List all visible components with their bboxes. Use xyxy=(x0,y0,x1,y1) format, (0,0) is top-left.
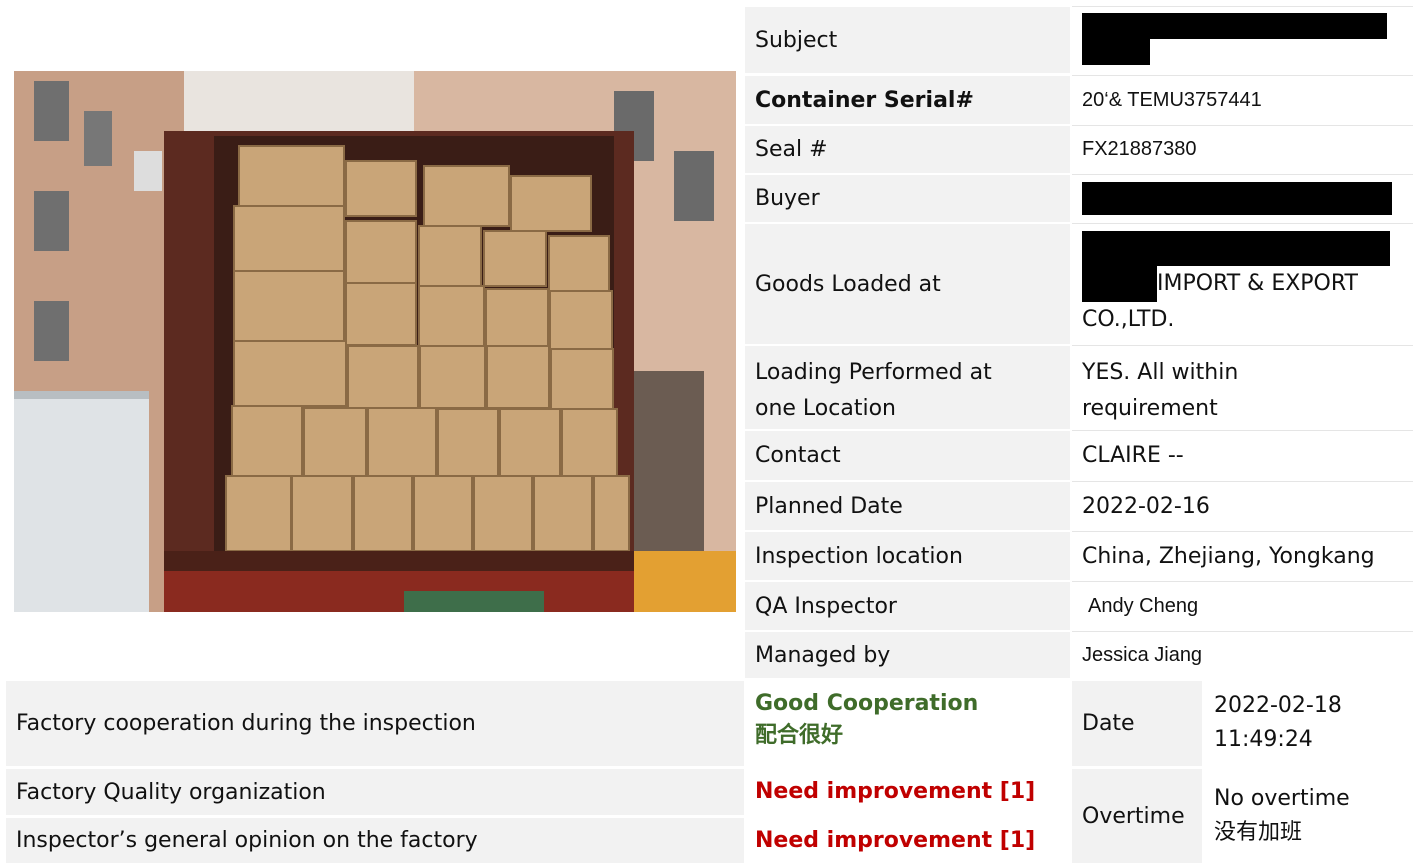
goods-loaded-line2: CO.,LTD. xyxy=(1082,307,1175,332)
cooperation-value: Good Cooperation 配合很好 xyxy=(745,680,1070,766)
contact-value-text: CLAIRE -- xyxy=(1082,443,1184,468)
container-photo-illustration xyxy=(14,71,736,612)
planned-date-value-text: 2022-02-16 xyxy=(1082,493,1210,519)
field-value-goods-loaded-at: IMPORT & EXPORT CO.,LTD. xyxy=(1072,223,1413,344)
overtime-label-text: Overtime xyxy=(1082,803,1185,829)
date-value-line2: 11:49:24 xyxy=(1214,727,1313,752)
goods-loaded-line1: IMPORT & EXPORT xyxy=(1157,271,1358,296)
buyer-label-text: Buyer xyxy=(755,186,820,211)
general-opinion-label: Inspector’s general opinion on the facto… xyxy=(6,817,744,863)
date-value: 2022-02-18 11:49:24 xyxy=(1204,680,1413,766)
opinion-label-text: Inspector’s general opinion on the facto… xyxy=(16,828,478,853)
loading-value-line1: YES. All within xyxy=(1082,360,1239,385)
loading-label-line1: Loading Performed at xyxy=(755,360,992,385)
cooperation-value-en: Good Cooperation xyxy=(755,691,979,716)
date-label: Date xyxy=(1072,680,1202,766)
inspection-location-value-text: China, Zhejiang, Yongkang xyxy=(1082,543,1375,569)
date-value-line1: 2022-02-18 xyxy=(1214,693,1342,718)
quality-value-text: Need improvement [1] xyxy=(755,779,1036,804)
field-value-planned-date: 2022-02-16 xyxy=(1072,481,1413,530)
field-value-inspection-location: China, Zhejiang, Yongkang xyxy=(1072,531,1413,580)
qa-inspector-value-text: Andy Cheng xyxy=(1088,594,1199,617)
inspection-location-label-text: Inspection location xyxy=(755,543,963,569)
cooperation-label: Factory cooperation during the inspectio… xyxy=(6,680,744,766)
subject-redaction-2 xyxy=(1082,37,1150,65)
quality-organization-label: Factory Quality organization xyxy=(6,768,744,815)
managed-by-value-text: Jessica Jiang xyxy=(1082,643,1203,666)
buyer-redaction xyxy=(1082,182,1392,215)
planned-date-label-text: Planned Date xyxy=(755,493,903,519)
field-value-qa-inspector: Andy Cheng xyxy=(1072,581,1413,630)
container-serial-value-text: 20‘& TEMU3757441 xyxy=(1082,88,1262,111)
managed-by-label-text: Managed by xyxy=(755,642,891,668)
loading-value-line2: requirement xyxy=(1082,396,1218,421)
goods-loaded-label-text: Goods Loaded at xyxy=(755,271,941,297)
field-label-inspection-location: Inspection location xyxy=(745,531,1070,580)
container-loading-photo xyxy=(14,71,736,612)
loading-label-line2: one Location xyxy=(755,396,896,421)
seal-value-text: FX21887380 xyxy=(1082,138,1197,160)
field-value-loading-one-location: YES. All within requirement xyxy=(1072,345,1413,429)
date-label-text: Date xyxy=(1082,711,1135,736)
field-label-planned-date: Planned Date xyxy=(745,481,1070,530)
contact-label-text: Contact xyxy=(755,443,841,468)
overtime-value-cn: 没有加班 xyxy=(1214,820,1303,845)
overtime-value: No overtime 没有加班 xyxy=(1204,768,1413,863)
quality-label-text: Factory Quality organization xyxy=(16,779,326,805)
field-label-buyer: Buyer xyxy=(745,174,1070,222)
field-label-loading-one-location: Loading Performed at one Location xyxy=(745,345,1070,429)
goods-loaded-redaction xyxy=(1082,231,1390,266)
quality-organization-value: Need improvement [1] xyxy=(745,768,1070,815)
field-value-subject xyxy=(1072,6,1413,73)
field-label-contact: Contact xyxy=(745,430,1070,480)
cooperation-label-text: Factory cooperation during the inspectio… xyxy=(16,711,476,736)
subject-redaction xyxy=(1082,13,1387,39)
container-serial-label-text: Container Serial# xyxy=(755,87,974,113)
field-label-subject: Subject xyxy=(745,6,1070,73)
qa-inspector-label-text: QA Inspector xyxy=(755,593,897,619)
overtime-label: Overtime xyxy=(1072,768,1202,863)
field-label-container-serial: Container Serial# xyxy=(745,75,1070,124)
goods-loaded-redaction-2 xyxy=(1082,264,1157,302)
seal-label-text: Seal # xyxy=(755,137,828,162)
field-label-seal: Seal # xyxy=(745,125,1070,173)
overtime-value-en: No overtime xyxy=(1214,786,1350,811)
cooperation-value-cn: 配合很好 xyxy=(755,723,844,748)
field-label-managed-by: Managed by xyxy=(745,631,1070,678)
field-label-goods-loaded-at: Goods Loaded at xyxy=(745,223,1070,344)
general-opinion-value: Need improvement [1] xyxy=(745,817,1070,863)
field-value-seal: FX21887380 xyxy=(1072,125,1413,173)
subject-label-text: Subject xyxy=(755,27,838,53)
field-value-buyer xyxy=(1072,174,1413,222)
field-label-qa-inspector: QA Inspector xyxy=(745,581,1070,630)
field-value-container-serial: 20‘& TEMU3757441 xyxy=(1072,75,1413,124)
opinion-value-text: Need improvement [1] xyxy=(755,827,1036,853)
field-value-managed-by: Jessica Jiang xyxy=(1072,631,1413,678)
field-value-contact: CLAIRE -- xyxy=(1072,430,1413,480)
